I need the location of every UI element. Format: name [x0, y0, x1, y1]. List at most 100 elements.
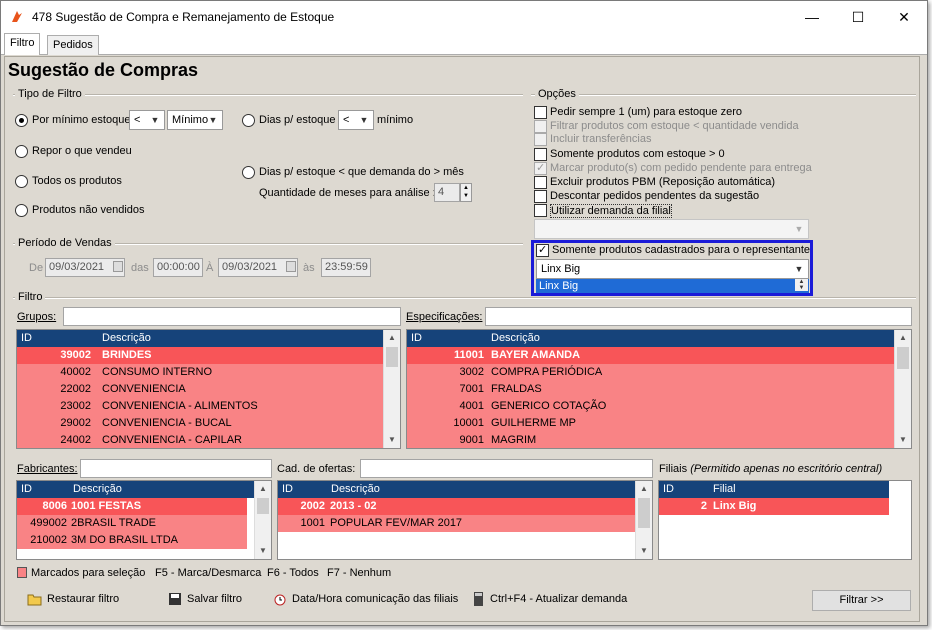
- filtrar-button[interactable]: Filtrar >>: [812, 590, 911, 611]
- fabricantes-label: Fabricantes:: [17, 463, 78, 475]
- representante-select[interactable]: Linx Big ▼: [536, 259, 809, 279]
- table-row[interactable]: 2 Linx Big: [659, 498, 889, 515]
- maximize-button[interactable]: ☐: [835, 1, 881, 33]
- table-row[interactable]: 24002 CONVENIENCIA - CAPILAR: [17, 432, 383, 448]
- ofertas-table[interactable]: ID Descrição 2002 2013 - 02 1001 POPULAR F…: [277, 480, 653, 560]
- col-id[interactable]: ID: [411, 332, 422, 344]
- filiais-table[interactable]: ID Filial 2 Linx Big: [658, 480, 912, 560]
- list-scroll-arrows-icon[interactable]: ▲ ▼: [795, 279, 808, 291]
- table-row[interactable]: 40002 CONSUMO INTERNO: [17, 364, 383, 381]
- table-row[interactable]: 1001 POPULAR FEV/MAR 2017: [278, 515, 636, 532]
- radio-repor[interactable]: [15, 145, 28, 158]
- table-row[interactable]: 39002 BRINDES: [17, 347, 383, 364]
- scroll-up-icon[interactable]: ▲: [636, 481, 652, 497]
- fabricantes-search-input[interactable]: [80, 459, 272, 478]
- scroll-up-icon[interactable]: ▲: [895, 330, 911, 346]
- minimo-type-select[interactable]: Mínimo ▼: [167, 110, 223, 130]
- radio-por-minimo[interactable]: [15, 114, 28, 127]
- minimo-operator-select[interactable]: < ▼: [129, 110, 165, 130]
- representante-list-item[interactable]: Linx Big ▲ ▼: [536, 279, 809, 293]
- opt-excluir-pbm-checkbox[interactable]: [534, 176, 547, 189]
- ofertas-label: Cad. de ofertas:: [277, 463, 356, 475]
- table-row[interactable]: 23002 CONVENIENCIA - ALIMENTOS: [17, 398, 383, 415]
- table-row[interactable]: 9001 MAGRIM: [407, 432, 894, 448]
- calendar-icon[interactable]: [286, 261, 296, 272]
- minimo-label: mínimo: [377, 114, 414, 126]
- opt-pedir-sempre-checkbox[interactable]: [534, 106, 547, 119]
- table-row[interactable]: 29002 CONVENIENCIA - BUCAL: [17, 415, 383, 432]
- table-row[interactable]: 8006 1001 FESTAS: [17, 498, 247, 515]
- ofertas-search-input[interactable]: [360, 459, 653, 478]
- f5-hint: F5 - Marca/Desmarca: [155, 567, 262, 579]
- col-id[interactable]: ID: [21, 483, 32, 495]
- radio-dias-demanda[interactable]: [242, 166, 255, 179]
- filtro-divider: [13, 298, 916, 299]
- chevron-down-icon: ▼: [794, 264, 804, 274]
- col-descricao[interactable]: Descrição: [491, 332, 540, 344]
- opt-incluir-transf-checkbox[interactable]: [534, 133, 547, 146]
- minimize-button[interactable]: —: [789, 1, 835, 33]
- datahora-comunicacao-button[interactable]: Data/Hora comunicação das filiais: [272, 592, 458, 610]
- table-row[interactable]: 4001 GENERICO COTAÇÃO: [407, 398, 894, 415]
- table-row[interactable]: 210002 3M DO BRASIL LTDA: [17, 532, 247, 549]
- col-id[interactable]: ID: [663, 483, 674, 495]
- alarm-clock-icon: [274, 594, 286, 606]
- table-row[interactable]: 10001 GUILHERME MP: [407, 415, 894, 432]
- tab-filtro[interactable]: Filtro: [4, 33, 41, 55]
- especificacoes-scrollbar[interactable]: ▲ ▼: [894, 330, 911, 448]
- close-button[interactable]: ✕: [881, 1, 927, 33]
- table-row[interactable]: 7001 FRALDAS: [407, 381, 894, 398]
- representante-checkbox[interactable]: [536, 243, 549, 257]
- restaurar-filtro-button[interactable]: Restaurar filtro: [27, 592, 119, 610]
- table-row[interactable]: 11001 BAYER AMANDA: [407, 347, 894, 364]
- radio-todos[interactable]: [15, 175, 28, 188]
- ofertas-scrollbar[interactable]: ▲ ▼: [635, 481, 652, 559]
- das-time-input[interactable]: 00:00:00: [153, 258, 203, 277]
- tab-pedidos[interactable]: Pedidos: [47, 35, 99, 55]
- scroll-up-icon[interactable]: ▲: [255, 481, 271, 497]
- opt-demanda-filial-checkbox[interactable]: [534, 204, 547, 217]
- window-title: 478 Sugestão de Compra e Remanejamento d…: [32, 10, 335, 24]
- grupos-search-input[interactable]: [63, 307, 401, 326]
- col-descricao[interactable]: Descrição: [331, 483, 380, 495]
- calendar-icon[interactable]: [113, 261, 123, 272]
- radio-nao-vendidos[interactable]: [15, 204, 28, 217]
- as-time-input[interactable]: 23:59:59: [321, 258, 371, 277]
- opt-marcar-pendente-label: Marcar produto(s) com pedido pendente pa…: [550, 162, 812, 174]
- atualizar-demanda-button[interactable]: Ctrl+F4 - Atualizar demanda: [470, 592, 627, 610]
- demanda-filial-select[interactable]: ▼: [534, 219, 809, 239]
- scroll-down-icon[interactable]: ▼: [384, 432, 400, 448]
- table-row[interactable]: 499002 2BRASIL TRADE: [17, 515, 247, 532]
- dias-operator-select[interactable]: < ▼: [338, 110, 374, 130]
- grupos-scrollbar[interactable]: ▲ ▼: [383, 330, 400, 448]
- fabricantes-table[interactable]: ID Descrição 8006 1001 FESTAS 499002 2BRAS…: [16, 480, 272, 560]
- scroll-down-icon[interactable]: ▼: [895, 432, 911, 448]
- de-label: De: [29, 262, 44, 274]
- radio-dias-estoque[interactable]: [242, 114, 255, 127]
- grupos-table[interactable]: ID Descrição 39002 BRINDES 40002 CONSUMO I…: [16, 329, 401, 449]
- opt-descontar-checkbox[interactable]: [534, 190, 547, 203]
- opt-marcar-pendente-checkbox[interactable]: [534, 161, 547, 175]
- qtd-meses-input[interactable]: 4: [434, 183, 460, 202]
- fabricantes-scrollbar[interactable]: ▲ ▼: [254, 481, 271, 559]
- qtd-meses-stepper[interactable]: ▲ ▼: [460, 183, 472, 202]
- table-row[interactable]: 2002 2013 - 02: [278, 498, 636, 515]
- especificacoes-search-input[interactable]: [485, 307, 912, 326]
- col-filial[interactable]: Filial: [713, 483, 736, 495]
- opt-filtrar-estoque-checkbox[interactable]: [534, 120, 547, 133]
- col-id[interactable]: ID: [282, 483, 293, 495]
- scroll-down-icon[interactable]: ▼: [255, 543, 271, 559]
- scroll-up-icon[interactable]: ▲: [384, 330, 400, 346]
- table-row[interactable]: 3002 COMPRA PERIÓDICA: [407, 364, 894, 381]
- especificacoes-table[interactable]: ID Descrição 11001 BAYER AMANDA 3002 COMPR…: [406, 329, 912, 449]
- col-id[interactable]: ID: [21, 332, 32, 344]
- scroll-down-icon[interactable]: ▼: [636, 543, 652, 559]
- opt-somente-estoque-checkbox[interactable]: [534, 148, 547, 161]
- col-descricao[interactable]: Descrição: [102, 332, 151, 344]
- salvar-filtro-button[interactable]: Salvar filtro: [167, 592, 242, 610]
- por-minimo-label: Por mínimo estoque: [32, 114, 131, 126]
- col-descricao[interactable]: Descrição: [73, 483, 122, 495]
- chevron-down-icon: ▼: [359, 115, 369, 125]
- tipo-filtro-legend: Tipo de Filtro: [15, 88, 85, 100]
- table-row[interactable]: 22002 CONVENIENCIA: [17, 381, 383, 398]
